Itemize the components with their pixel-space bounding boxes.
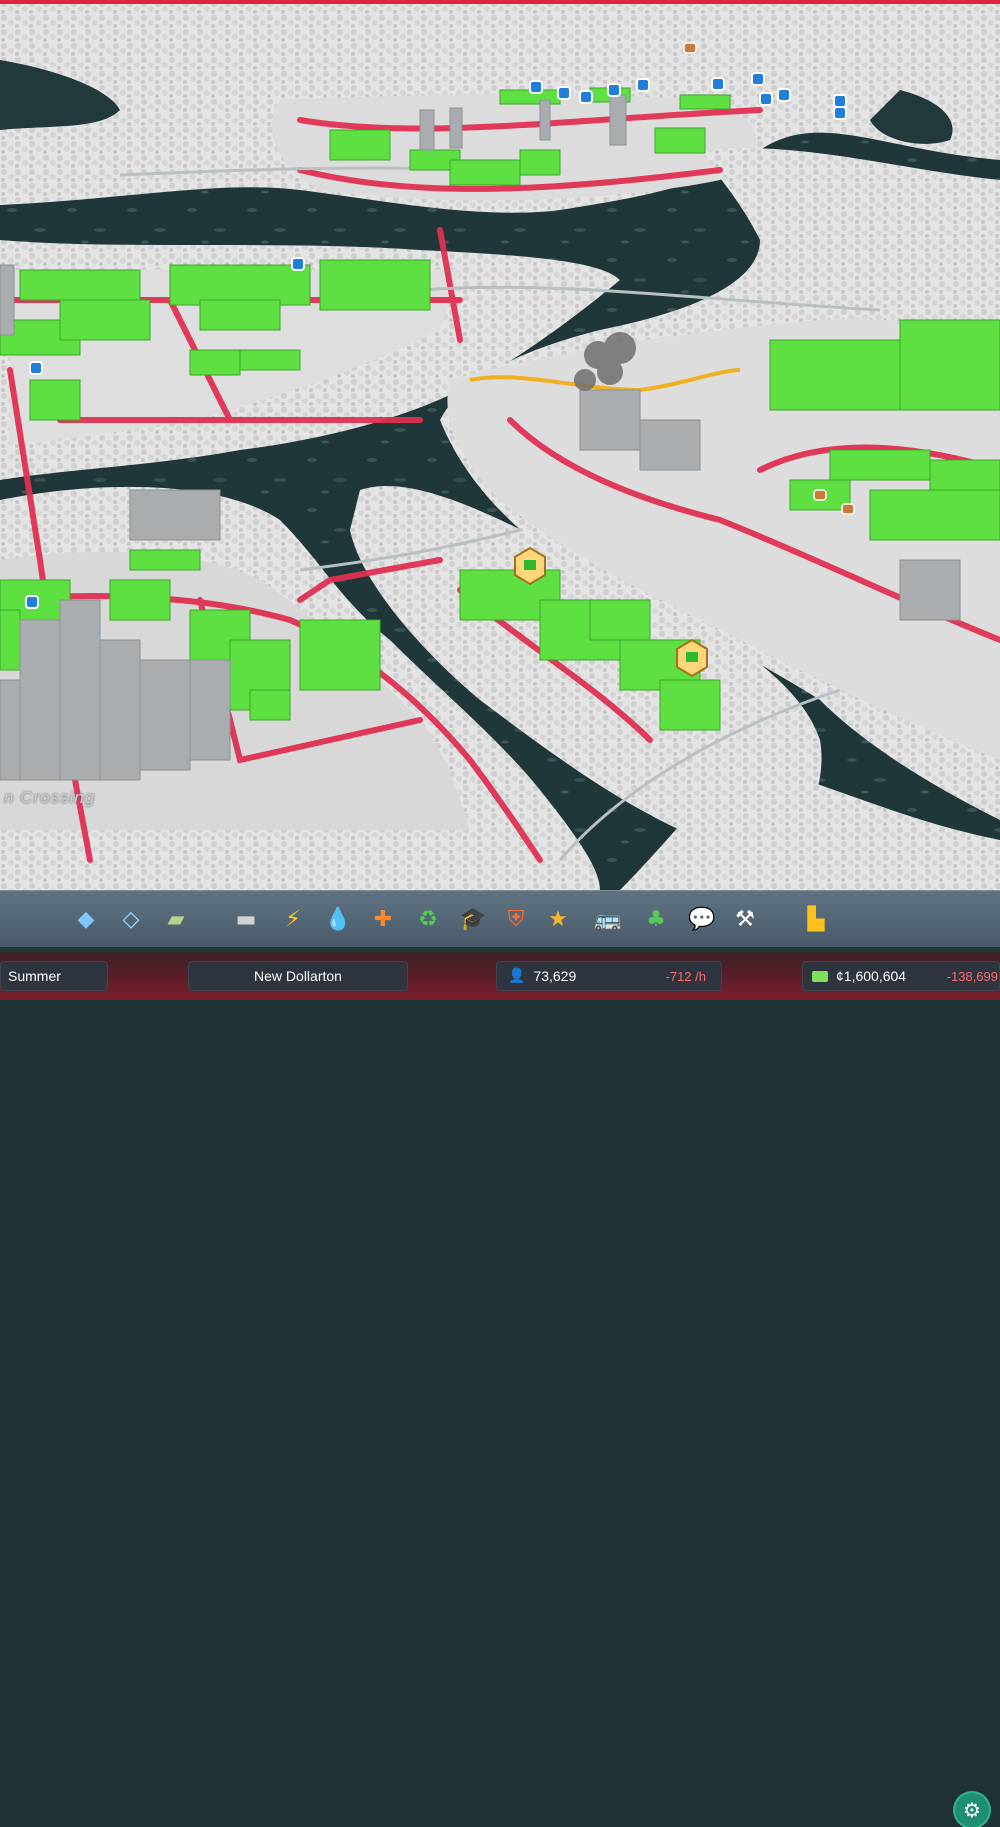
healthcare-icon[interactable]: ✚	[365, 901, 401, 937]
landscape-tool-icon[interactable]: ⚒	[727, 901, 763, 937]
areas-icon[interactable]: ◇	[113, 901, 149, 937]
roads-icon[interactable]: ▬	[228, 901, 264, 937]
garbage-icon[interactable]: ♻	[410, 901, 446, 937]
money-value: ¢1,600,604	[836, 968, 907, 984]
population-change: -712 /h	[665, 968, 706, 984]
status-bar: Summer New Dollarton 👤 73,629 -712 /h ¢1…	[0, 952, 1000, 1000]
money-change: -138,699	[946, 968, 998, 984]
population-panel[interactable]: 👤 73,629 -712 /h	[496, 961, 722, 991]
season-label: Summer	[8, 968, 61, 984]
season-indicator[interactable]: Summer	[0, 961, 108, 991]
person-icon: 👤	[508, 968, 526, 984]
population-value: 73,629	[533, 968, 577, 984]
fire-icon[interactable]: ⛨	[498, 901, 534, 937]
district-label: n Crossing	[4, 788, 96, 807]
settings-gear-icon[interactable]: ⚙	[955, 1793, 989, 1827]
money-icon	[812, 970, 828, 982]
city-name-field[interactable]: New Dollarton	[188, 961, 408, 991]
education-icon[interactable]: 🎓	[455, 901, 491, 937]
city-name: New Dollarton	[254, 968, 342, 984]
police-icon[interactable]: ★	[540, 901, 576, 937]
selection-border	[0, 0, 1000, 4]
electricity-icon[interactable]: ⚡	[275, 901, 311, 937]
water-icon[interactable]: 💧	[320, 901, 356, 937]
parks-icon[interactable]: ♣	[638, 901, 674, 937]
money-panel[interactable]: ¢1,600,604 -138,699	[802, 961, 1000, 991]
bulldozer-icon[interactable]: ▙	[798, 901, 834, 937]
landscaping-icon[interactable]: ▰	[158, 901, 194, 937]
build-toolbar: ◆ ◇ ▰ ▬ ⚡ 💧 ✚ ♻ 🎓 ⛨ ★ 🚌 ♣ 💬 ⚒ ▙ ⚙	[0, 890, 1000, 1827]
city-map-view[interactable]	[0, 0, 1000, 1000]
zoning-icon[interactable]: ◆	[68, 901, 104, 937]
transport-icon[interactable]: 🚌	[590, 901, 626, 937]
communications-icon[interactable]: 💬	[684, 901, 720, 937]
